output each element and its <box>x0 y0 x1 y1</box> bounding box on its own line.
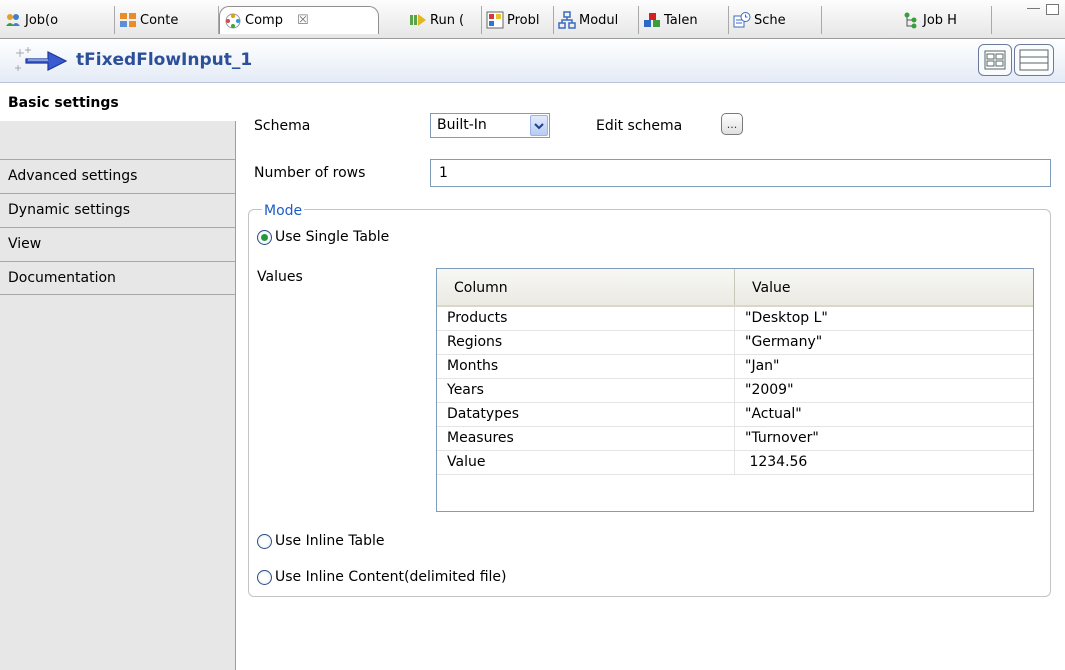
talend-icon <box>643 11 661 29</box>
compact-view-button[interactable] <box>978 44 1012 76</box>
tab-run[interactable]: Run ( <box>379 6 482 34</box>
maximize-icon[interactable] <box>1046 4 1059 15</box>
values-table[interactable]: Column Value Products "Desktop L" Region… <box>436 268 1034 512</box>
nav-item-dynamic-settings[interactable]: Dynamic settings <box>0 193 235 227</box>
nav-item-label: Dynamic settings <box>8 202 131 218</box>
modules-icon <box>558 11 576 29</box>
nav-item-view[interactable]: View <box>0 227 235 261</box>
problems-icon <box>486 11 504 29</box>
cell-value[interactable]: "Germany" <box>735 331 1033 354</box>
tab-label: Modul <box>579 12 619 28</box>
tab-label: Run ( <box>430 12 465 28</box>
cell-column[interactable]: Regions <box>437 331 735 354</box>
component-title: tFixedFlowInput_1 <box>76 50 253 70</box>
cell-value[interactable]: "2009" <box>735 379 1033 402</box>
schema-select[interactable]: Built-In <box>430 113 550 138</box>
nav-item-label: Advanced settings <box>8 168 138 184</box>
cell-value[interactable]: "Desktop L" <box>735 307 1033 330</box>
number-of-rows-input[interactable]: 1 <box>430 159 1051 187</box>
run-icon <box>409 11 427 29</box>
table-row[interactable]: Products "Desktop L" <box>437 307 1033 331</box>
cell-column[interactable]: Value <box>437 451 735 474</box>
tab-contexts[interactable]: Conte <box>115 6 219 34</box>
column-header-column[interactable]: Column <box>437 269 735 305</box>
tab-job[interactable]: Job(o <box>0 6 115 34</box>
cell-value[interactable]: "Jan" <box>735 355 1033 378</box>
component-icon <box>224 12 242 30</box>
cell-value[interactable]: "Turnover" <box>735 427 1033 450</box>
compact-view-icon <box>984 50 1006 70</box>
table-row[interactable]: Regions "Germany" <box>437 331 1033 355</box>
table-view-button[interactable] <box>1014 44 1054 76</box>
edit-schema-button[interactable]: ... <box>721 113 743 135</box>
use-inline-table-radio[interactable]: Use Inline Table <box>257 533 385 549</box>
nav-item-advanced-settings[interactable]: Advanced settings <box>0 159 235 193</box>
tab-scheduler[interactable]: Sche <box>729 6 822 34</box>
table-row[interactable]: Years "2009" <box>437 379 1033 403</box>
tab-job-hierarchy[interactable]: Job H <box>822 6 992 34</box>
settings-nav: Basic settings Advanced settings Dynamic… <box>0 83 236 670</box>
table-row[interactable]: Measures "Turnover" <box>437 427 1033 451</box>
nav-item-label: Basic settings <box>8 95 119 111</box>
cell-column[interactable]: Years <box>437 379 735 402</box>
tab-label: Probl <box>507 12 540 28</box>
cell-column[interactable]: Products <box>437 307 735 330</box>
radio-label: Use Inline Content(delimited file) <box>275 569 507 585</box>
use-inline-content-radio[interactable]: Use Inline Content(delimited file) <box>257 569 507 585</box>
window-controls <box>1027 4 1059 15</box>
chevron-down-icon[interactable] <box>530 115 548 136</box>
table-row[interactable]: Months "Jan" <box>437 355 1033 379</box>
radio-unselected-icon <box>257 569 272 585</box>
cell-column[interactable]: Measures <box>437 427 735 450</box>
table-view-icon <box>1019 49 1049 71</box>
tab-label: Conte <box>140 12 179 28</box>
edit-schema-label: Edit schema <box>596 118 683 134</box>
table-row[interactable]: Value 1234.56 <box>437 451 1033 475</box>
schema-label: Schema <box>254 118 311 134</box>
tab-problems[interactable]: Probl <box>482 6 554 34</box>
tab-component[interactable]: Comp ☒ <box>219 6 379 34</box>
nav-item-label: Documentation <box>8 270 116 286</box>
view-tab-bar: Job(o Conte Comp ☒ Run ( Probl Modul Tal… <box>0 0 1065 39</box>
cell-column[interactable]: Months <box>437 355 735 378</box>
schema-select-value: Built-In <box>437 117 487 133</box>
job-icon <box>4 11 22 29</box>
nav-item-label: View <box>8 236 42 252</box>
minimize-icon[interactable] <box>1027 8 1040 11</box>
cell-column[interactable]: Datatypes <box>437 403 735 426</box>
radio-selected-icon <box>257 229 272 245</box>
basic-settings-panel: Schema Built-In Edit schema ... Number o… <box>236 83 1065 670</box>
rows-label: Number of rows <box>254 165 366 181</box>
fixed-flow-input-icon <box>15 47 68 71</box>
nav-item-basic-settings[interactable]: Basic settings <box>0 83 236 121</box>
tab-modules[interactable]: Modul <box>554 6 639 34</box>
tab-label: Job(o <box>25 12 59 28</box>
radio-label: Use Inline Table <box>275 533 385 549</box>
radio-unselected-icon <box>257 533 272 549</box>
cell-value[interactable]: 1234.56 <box>735 451 1033 474</box>
table-header: Column Value <box>437 269 1033 307</box>
tab-talend[interactable]: Talen <box>639 6 729 34</box>
use-single-table-radio[interactable]: Use Single Table <box>257 229 389 245</box>
context-icon <box>119 11 137 29</box>
column-header-value[interactable]: Value <box>734 269 1033 305</box>
tab-label: Job H <box>923 12 957 28</box>
radio-label: Use Single Table <box>275 229 390 245</box>
cell-value[interactable]: "Actual" <box>735 403 1033 426</box>
values-label: Values <box>257 269 303 285</box>
scheduler-icon <box>733 11 751 29</box>
tab-label: Talen <box>664 12 698 28</box>
component-header: tFixedFlowInput_1 <box>0 39 1065 83</box>
close-icon[interactable]: ☒ <box>297 13 309 28</box>
tab-label: Sche <box>754 12 786 28</box>
table-row[interactable]: Datatypes "Actual" <box>437 403 1033 427</box>
tab-label: Comp <box>245 13 283 28</box>
nav-item-documentation[interactable]: Documentation <box>0 261 235 295</box>
mode-legend: Mode <box>262 203 305 219</box>
job-hierarchy-icon <box>902 11 920 29</box>
